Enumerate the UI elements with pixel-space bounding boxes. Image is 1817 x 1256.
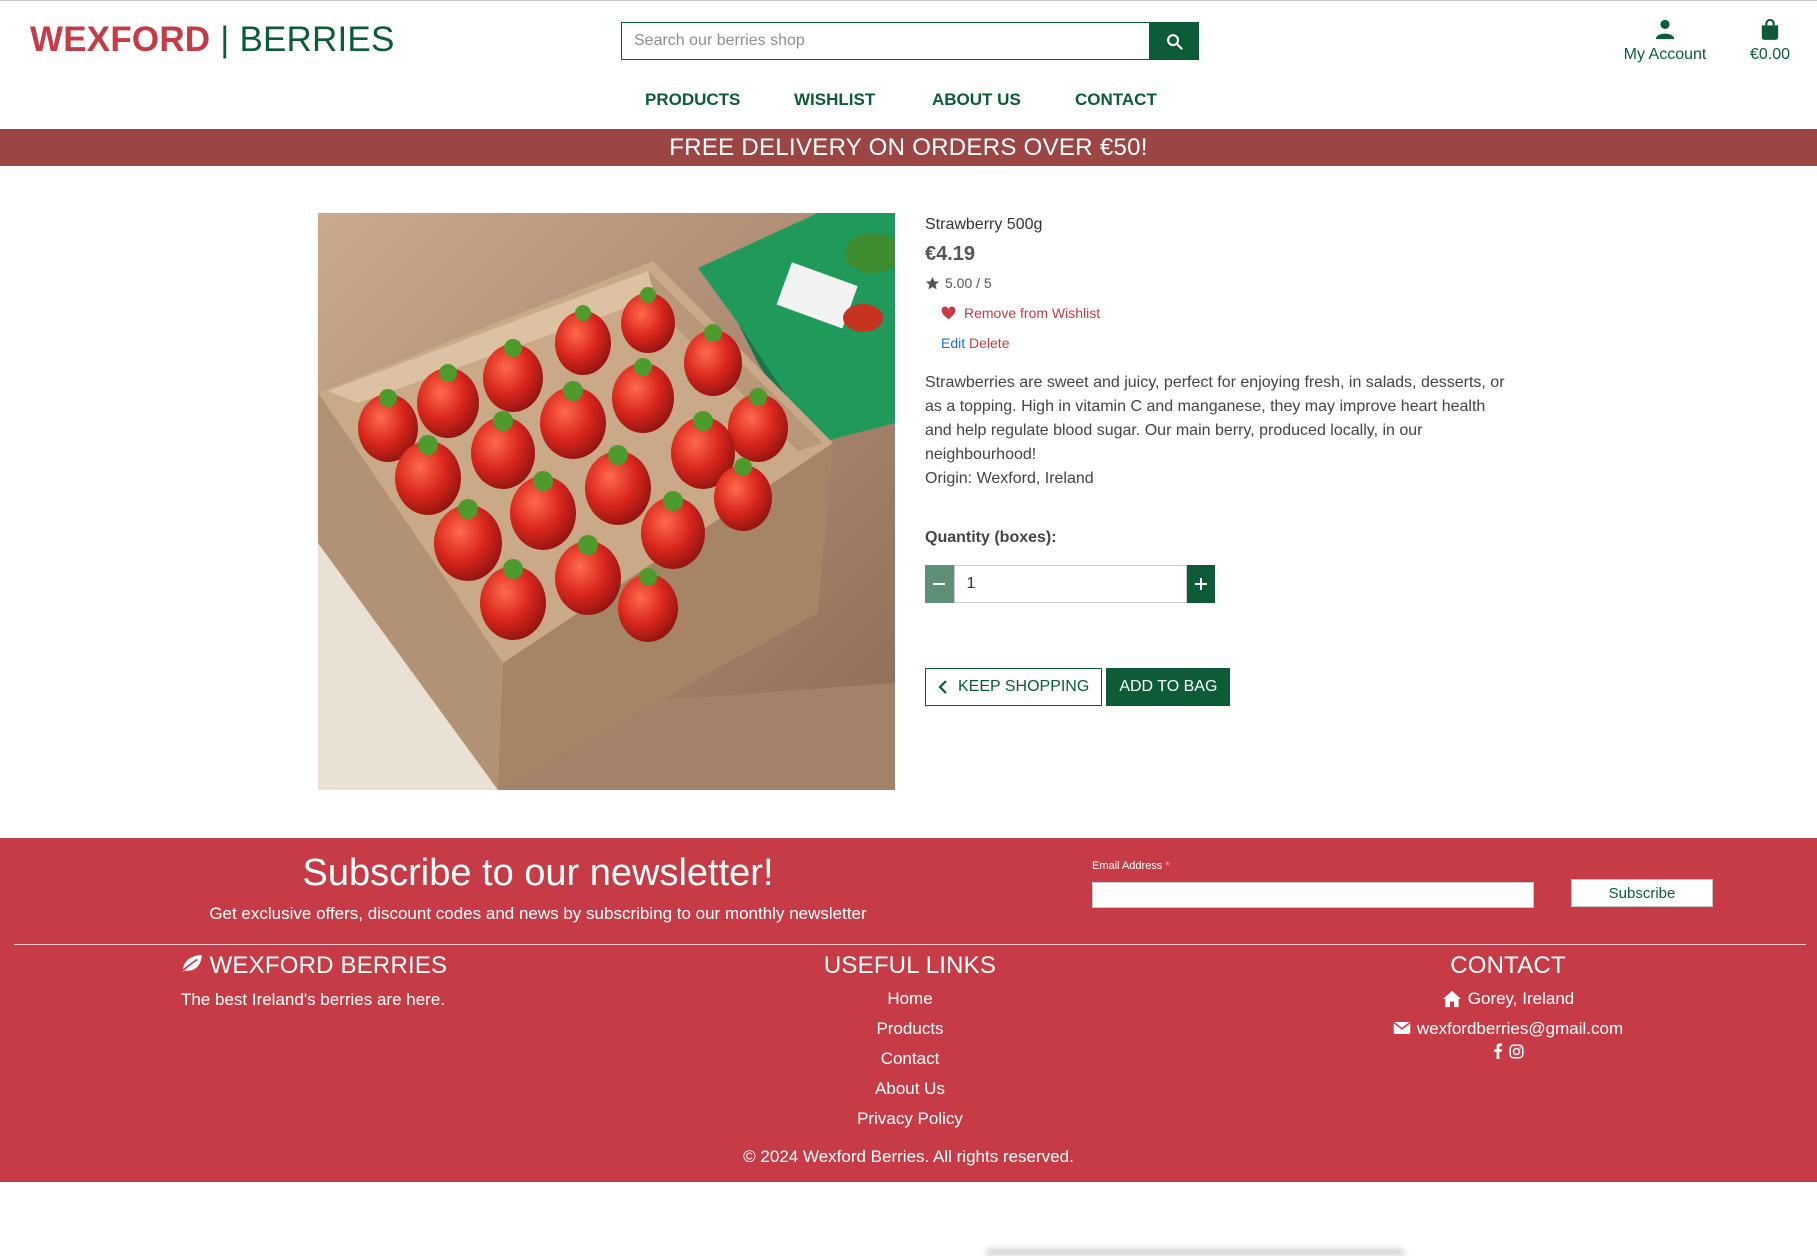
description-text: Strawberries are sweet and juicy, perfec…	[925, 374, 1505, 463]
product-description: Strawberries are sweet and juicy, perfec…	[925, 371, 1505, 491]
increment-button[interactable]	[1186, 565, 1215, 603]
edit-link[interactable]: Edit	[941, 335, 965, 351]
contact-email[interactable]: wexfordberries@gmail.com	[1190, 1014, 1817, 1044]
logo-separator: |	[220, 20, 230, 59]
rating-value: 5.00 / 5	[945, 275, 992, 291]
product-details: Strawberry 500g €4.19 5.00 / 5 Remove fr…	[925, 216, 1505, 706]
footer-contact-list: Gorey, Ireland wexfordberries@gmail.com	[1190, 984, 1817, 1059]
decrement-button[interactable]	[925, 565, 954, 603]
delete-link[interactable]: Delete	[969, 335, 1009, 351]
nav-wishlist[interactable]: WISHLIST	[794, 90, 875, 110]
newsletter-subtitle: Get exclusive offers, discount codes and…	[209, 904, 867, 923]
facebook-icon[interactable]	[1493, 1043, 1503, 1059]
nav-contact[interactable]: CONTACT	[1075, 90, 1157, 110]
heart-icon	[941, 306, 956, 320]
quantity-stepper	[925, 565, 1215, 603]
footer-links-title: USEFUL LINKS	[823, 952, 997, 979]
email-label: Email Address *	[1092, 860, 1170, 872]
footer-brand-title: WEXFORD BERRIES	[209, 952, 448, 979]
shopping-bag-link[interactable]: €0.00	[1740, 18, 1800, 64]
product-image	[318, 213, 895, 790]
remove-from-wishlist-link[interactable]: Remove from Wishlist	[941, 305, 1505, 321]
footer-contact-title: CONTACT	[1450, 952, 1566, 979]
footer-link-privacy-policy[interactable]: Privacy Policy	[857, 1109, 963, 1128]
shopping-bag-icon	[1740, 18, 1800, 42]
nav-about-us[interactable]: ABOUT US	[932, 90, 1021, 110]
search-input[interactable]	[621, 22, 1149, 60]
product-name: Strawberry 500g	[925, 216, 1043, 233]
logo-wexford: WEXFORD	[30, 20, 211, 59]
contact-location: Gorey, Ireland	[1190, 984, 1817, 1014]
bottom-shadow	[985, 1248, 1405, 1256]
home-icon	[1442, 990, 1461, 1007]
star-icon	[925, 276, 940, 289]
footer-contact: CONTACT Gorey, Ireland wexfordberries@gm…	[1190, 952, 1817, 1059]
footer-links-list: Home Products Contact About Us Privacy P…	[620, 984, 1200, 1134]
quantity-input[interactable]	[953, 565, 1187, 603]
promo-banner: FREE DELIVERY ON ORDERS OVER €50!	[0, 129, 1817, 166]
footer-brand-heading: WEXFORD BERRIES	[0, 952, 626, 980]
product-rating: 5.00 / 5	[925, 275, 1505, 291]
site-footer: Subscribe to our newsletter! Get exclusi…	[0, 838, 1817, 1182]
product-price: €4.19	[925, 243, 976, 265]
search-bar	[621, 22, 1199, 60]
minus-icon	[933, 583, 946, 585]
footer-link-products[interactable]: Products	[876, 1019, 943, 1038]
required-mark: *	[1165, 860, 1170, 872]
contact-location-text: Gorey, Ireland	[1467, 989, 1575, 1008]
footer-link-about-us[interactable]: About Us	[875, 1079, 945, 1098]
admin-actions: Edit Delete	[941, 335, 1505, 351]
email-label-text: Email Address	[1092, 860, 1163, 872]
copyright: © 2024 Wexford Berries. All rights reser…	[743, 1147, 1074, 1166]
main-nav: PRODUCTS WISHLIST ABOUT US CONTACT	[0, 90, 1817, 112]
footer-useful-links: USEFUL LINKS Home Products Contact About…	[620, 952, 1200, 1134]
bag-total: €0.00	[1749, 46, 1791, 63]
envelope-icon	[1393, 1022, 1411, 1035]
footer-divider	[14, 944, 1806, 945]
footer-brand: WEXFORD BERRIES The best Ireland's berri…	[0, 952, 626, 1010]
search-icon	[1166, 33, 1183, 50]
leaf-icon	[179, 954, 202, 974]
quantity-label: Quantity (boxes):	[925, 529, 1057, 546]
keep-shopping-button[interactable]: KEEP SHOPPING	[925, 668, 1103, 706]
product-actions: KEEP SHOPPING ADD TO BAG	[925, 668, 1505, 706]
chevron-left-icon	[938, 680, 947, 694]
user-icon	[1610, 18, 1720, 42]
footer-link-home[interactable]: Home	[887, 989, 932, 1008]
origin-text: Origin: Wexford, Ireland	[925, 470, 1094, 487]
nav-products[interactable]: PRODUCTS	[645, 90, 740, 110]
add-to-bag-button[interactable]: ADD TO BAG	[1106, 668, 1231, 706]
contact-email-link[interactable]: wexfordberries@gmail.com	[1417, 1014, 1623, 1044]
my-account-link[interactable]: My Account	[1610, 18, 1720, 64]
social-links	[1190, 1043, 1817, 1059]
top-border	[0, 0, 1817, 1]
email-field[interactable]	[1092, 882, 1534, 908]
instagram-icon[interactable]	[1509, 1044, 1524, 1059]
logo-berries: BERRIES	[239, 20, 395, 59]
footer-link-contact[interactable]: Contact	[881, 1049, 940, 1068]
newsletter-title: Subscribe to our newsletter!	[302, 852, 774, 894]
subscribe-button[interactable]: Subscribe	[1571, 879, 1713, 907]
plus-icon	[1194, 578, 1207, 590]
keep-shopping-label: KEEP SHOPPING	[958, 678, 1090, 695]
footer-tagline: The best Ireland's berries are here.	[180, 990, 446, 1009]
site-logo[interactable]: WEXFORD | BERRIES	[30, 20, 395, 60]
my-account-label: My Account	[1623, 46, 1707, 63]
wishlist-label: Remove from Wishlist	[964, 305, 1101, 321]
search-button[interactable]	[1149, 22, 1199, 60]
